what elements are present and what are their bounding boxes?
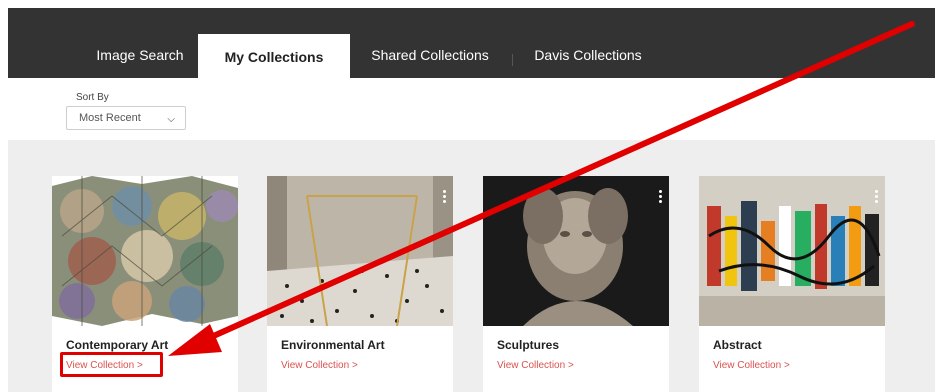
more-vertical-icon[interactable] [659, 190, 663, 204]
tab-divider [512, 54, 513, 66]
collection-thumbnail[interactable] [52, 176, 238, 326]
tab-label: Davis Collections [534, 47, 642, 64]
tab-shared-collections[interactable]: Shared Collections [360, 34, 500, 78]
view-collection-link[interactable]: View Collection > [281, 360, 358, 371]
tab-my-collections[interactable]: My Collections [198, 34, 350, 78]
collection-thumbnail[interactable] [267, 176, 453, 326]
sort-bar: Sort By Most Recent ⌵ [8, 78, 935, 140]
collection-title: Abstract [713, 338, 762, 352]
collection-card[interactable]: Sculptures View Collection > [483, 176, 669, 392]
tab-label: My Collections [224, 49, 324, 66]
tab-label: Image Search [96, 47, 184, 64]
tab-image-search[interactable]: Image Search [86, 34, 194, 78]
collection-card[interactable]: Environmental Art View Collection > [267, 176, 453, 392]
view-collection-link[interactable]: View Collection > [497, 360, 574, 371]
collection-thumbnail[interactable] [699, 176, 885, 326]
collection-title: Sculptures [497, 338, 560, 352]
tab-label: Shared Collections [371, 47, 489, 64]
collection-card[interactable]: Abstract View Collection > [699, 176, 885, 392]
sort-select[interactable]: Most Recent ⌵ [66, 106, 186, 130]
sort-label: Sort By [76, 92, 109, 103]
more-vertical-icon[interactable] [875, 190, 879, 204]
view-collection-link[interactable]: View Collection > [713, 360, 790, 371]
more-vertical-icon[interactable] [443, 190, 447, 204]
sort-selected-value: Most Recent [79, 112, 141, 124]
collection-thumbnail[interactable] [483, 176, 669, 326]
collection-title: Environmental Art [281, 338, 385, 352]
chevron-down-icon: ⌵ [167, 114, 175, 125]
tab-davis-collections[interactable]: Davis Collections [518, 34, 658, 78]
collections-tab-bar: Image Search My Collections Shared Colle… [8, 8, 935, 78]
collection-title: Contemporary Art [66, 338, 169, 352]
annotation-highlight-box [60, 352, 163, 377]
